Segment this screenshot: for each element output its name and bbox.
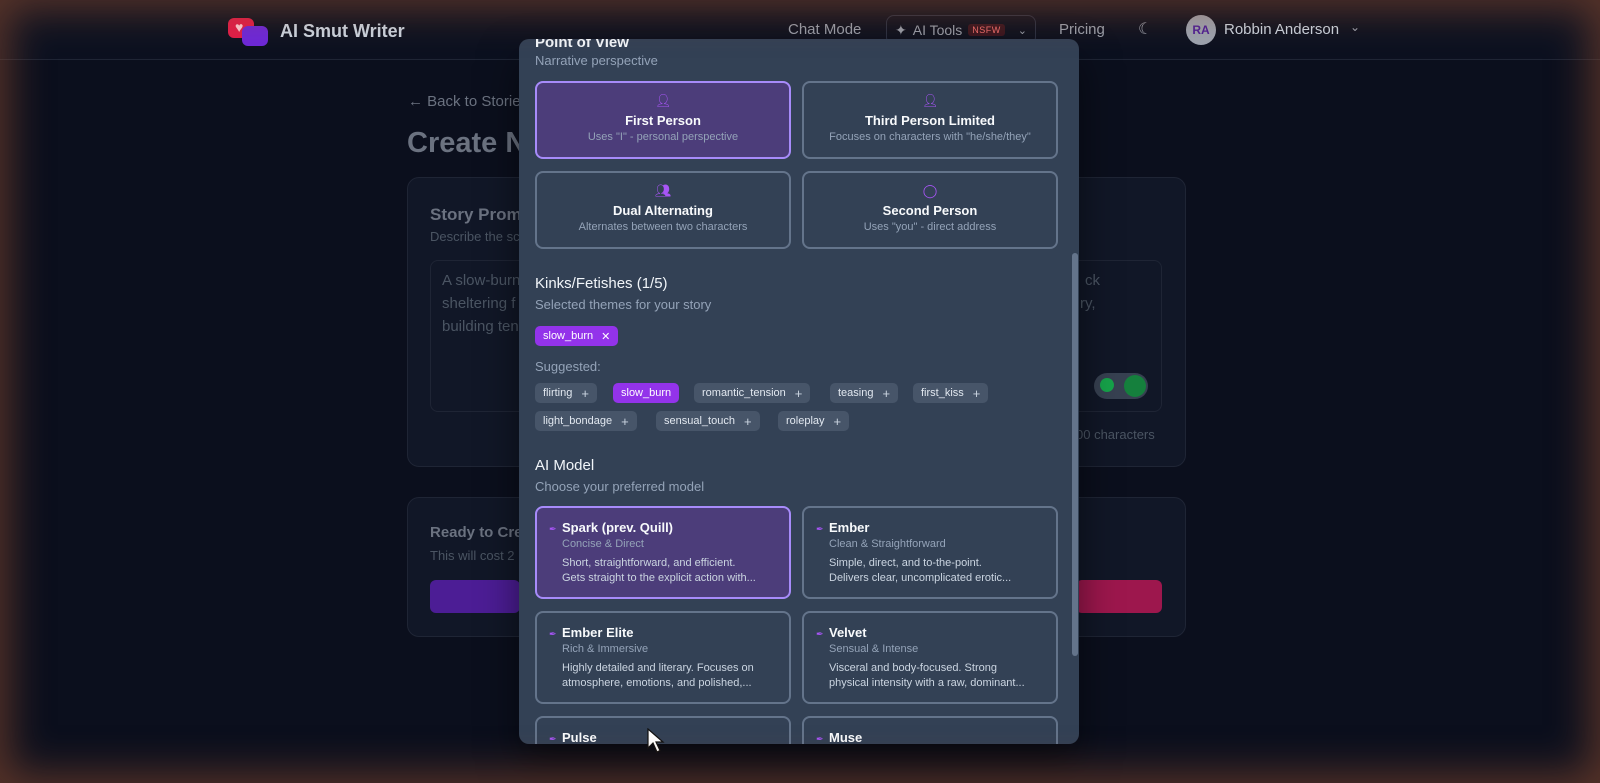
chevron-down-icon[interactable]: ⌄ xyxy=(1350,20,1360,34)
pov-title: Point of View xyxy=(535,39,629,51)
suggested-chip-teasing[interactable]: teasing + xyxy=(830,383,899,403)
create-story-button[interactable] xyxy=(430,580,520,613)
story-settings-modal: Point of View Narrative perspective 👤︎ F… xyxy=(519,39,1079,744)
nsfw-badge: NSFW xyxy=(968,24,1005,36)
create-story-button-end[interactable] xyxy=(1076,580,1162,613)
ready-label: Ready to Cre xyxy=(430,524,523,541)
arrow-left-icon: ← xyxy=(408,93,423,110)
plus-icon: + xyxy=(833,413,842,429)
selected-kink-chip[interactable]: slow_burn ✕ xyxy=(535,326,619,346)
avatar[interactable]: RA xyxy=(1186,15,1216,45)
cost-text: This will cost 2 xyxy=(430,548,515,563)
model-option-ember[interactable]: ✒ Ember Clean & Straightforward Simple, … xyxy=(802,506,1058,599)
pov-subtitle: Narrative perspective xyxy=(535,53,658,68)
pov-option-first-person[interactable]: 👤︎ First Person Uses "I" - personal pers… xyxy=(535,81,791,159)
feather-icon: ✒ xyxy=(549,524,557,534)
kinks-subtitle: Selected themes for your story xyxy=(535,297,712,312)
back-to-stories-link[interactable]: ← Back to Stories xyxy=(408,93,528,110)
chevron-down-icon: ⌄ xyxy=(1017,24,1027,37)
suggested-label: Suggested: xyxy=(535,359,601,374)
feather-icon: ✒ xyxy=(816,734,824,744)
model-title: AI Model xyxy=(535,457,595,474)
plus-icon: + xyxy=(972,385,981,401)
suggested-chip-romantic-tension[interactable]: romantic_tension + xyxy=(694,383,811,403)
plus-icon: + xyxy=(621,413,629,429)
ai-tools-label: AI Tools xyxy=(912,22,963,38)
prompt-text-line: ck xyxy=(1085,272,1100,289)
plus-icon: + xyxy=(581,385,589,401)
plus-icon: + xyxy=(743,413,752,429)
modal-scrollbar[interactable] xyxy=(1072,253,1078,656)
plus-icon: + xyxy=(882,385,891,401)
model-option-velvet[interactable]: ✒ Velvet Sensual & Intense Visceral and … xyxy=(802,611,1058,704)
suggested-chip-light-bondage[interactable]: light_bondage + xyxy=(535,411,637,431)
pov-option-second-person[interactable]: ◯ Second Person Uses "you" - direct addr… xyxy=(802,171,1058,249)
model-option-spark[interactable]: ✒ Spark (prev. Quill) Concise & Direct S… xyxy=(535,506,791,599)
grammarly-widget-icon[interactable] xyxy=(1094,373,1148,399)
mouse-cursor-icon xyxy=(647,728,665,753)
feather-icon: ✒ xyxy=(549,629,557,639)
suggested-chip-flirting[interactable]: flirting + xyxy=(535,383,597,403)
brand-logo-icon: ♥ xyxy=(226,16,270,46)
pov-option-third-person-limited[interactable]: 👤︎ Third Person Limited Focuses on chara… xyxy=(802,81,1058,159)
chat-bubble-icon: ◯ xyxy=(922,183,938,198)
plus-icon: + xyxy=(794,385,803,401)
user-name[interactable]: Robbin Anderson xyxy=(1224,21,1339,38)
model-option-ember-elite[interactable]: ✒ Ember Elite Rich & Immersive Highly de… xyxy=(535,611,791,704)
user-check-icon: 👤︎ xyxy=(922,93,939,108)
kinks-title: Kinks/Fetishes (1/5) xyxy=(535,275,668,292)
suggested-chip-slow-burn[interactable]: slow_burn xyxy=(613,383,680,403)
feather-icon: ✒ xyxy=(816,629,824,639)
prompt-text-line: A slow-burn xyxy=(442,272,521,289)
suggested-chip-first-kiss[interactable]: first_kiss + xyxy=(913,383,989,403)
nav-pricing[interactable]: Pricing xyxy=(1059,21,1105,38)
nav-chat-mode[interactable]: Chat Mode xyxy=(788,21,861,38)
user-icon: 👤︎ xyxy=(655,93,672,108)
moon-icon[interactable]: ☾ xyxy=(1138,19,1156,38)
users-icon: 👥︎ xyxy=(655,183,672,198)
character-count: 00 characters xyxy=(1076,427,1155,442)
pov-option-dual-alternating[interactable]: 👥︎ Dual Alternating Alternates between t… xyxy=(535,171,791,249)
prompt-text-line: ry, xyxy=(1080,295,1096,312)
prompt-text-line: building ten xyxy=(442,318,519,335)
feather-icon: ✒ xyxy=(816,524,824,534)
model-subtitle: Choose your preferred model xyxy=(535,479,705,494)
suggested-chip-sensual-touch[interactable]: sensual_touch + xyxy=(656,411,760,431)
suggested-chip-roleplay[interactable]: roleplay + xyxy=(778,411,850,431)
close-icon[interactable]: ✕ xyxy=(601,330,610,343)
brand[interactable]: ♥ AI Smut Writer xyxy=(226,16,405,46)
prompt-text-line: sheltering f xyxy=(442,295,516,312)
brand-name: AI Smut Writer xyxy=(280,20,405,41)
model-option-muse[interactable]: ✒ Muse xyxy=(802,716,1058,744)
sparkles-icon: ✦ xyxy=(895,21,907,38)
feather-icon: ✒ xyxy=(549,734,557,744)
